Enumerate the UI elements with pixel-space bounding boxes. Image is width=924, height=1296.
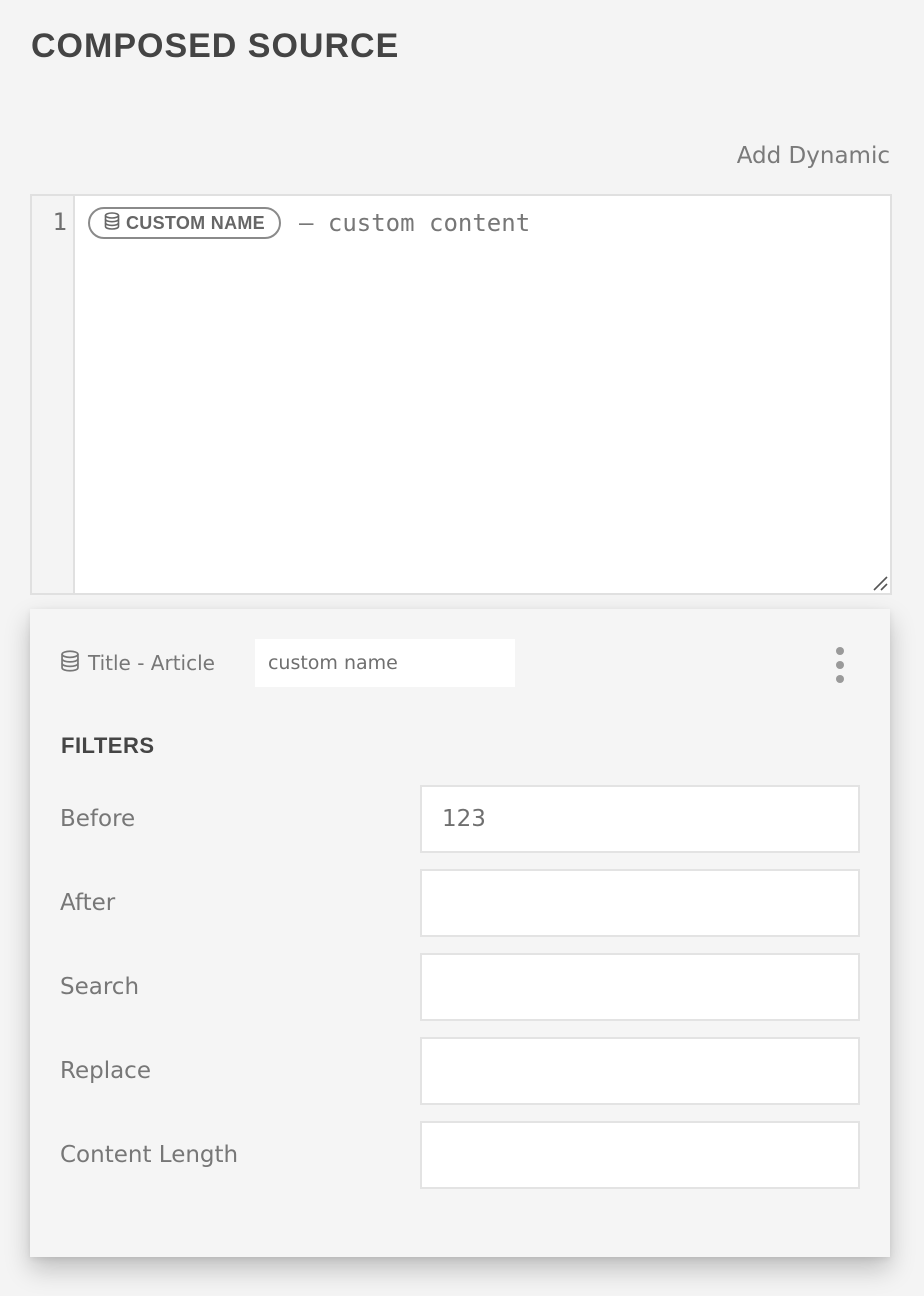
filter-row-search: Search [60,953,860,1021]
custom-name-input[interactable] [254,639,515,687]
panel-header: Title - Article [60,639,515,687]
filter-row-content-length: Content Length [60,1121,860,1189]
database-icon [104,211,120,235]
dynamic-settings-panel: Title - Article FILTERS Before After Sea… [30,609,890,1257]
line-number-gutter: 1 [32,196,75,593]
source-name: Title - Article [88,651,215,675]
kebab-dot [836,675,844,683]
page-title: COMPOSED SOURCE [31,27,400,65]
code-editor[interactable]: 1 CUSTOM NAME – custom content [30,194,892,595]
resize-handle[interactable] [872,575,888,591]
source-label: Title - Article [60,649,215,677]
filter-label: Replace [60,1058,151,1084]
filter-row-replace: Replace [60,1037,860,1105]
replace-input[interactable] [420,1037,860,1105]
add-dynamic-button[interactable]: Add Dynamic [737,143,890,169]
search-input[interactable] [420,953,860,1021]
content-length-input[interactable] [420,1121,860,1189]
filter-label: Content Length [60,1142,239,1168]
line-number: 1 [52,208,67,236]
filters-heading: FILTERS [61,733,155,758]
database-icon [60,649,80,677]
filter-label: Search [60,974,140,1000]
filter-row-after: After [60,869,860,937]
after-input[interactable] [420,869,860,937]
kebab-dot [836,661,844,669]
kebab-dot [836,647,844,655]
filter-label: Before [60,806,136,832]
dynamic-tag-chip[interactable]: CUSTOM NAME [88,207,281,239]
filter-row-before: Before [60,785,860,853]
before-input[interactable] [420,785,860,853]
kebab-menu-icon[interactable] [830,645,850,685]
code-text: – custom content [298,209,531,237]
composed-source-page: COMPOSED SOURCE Add Dynamic 1 CUSTOM NAM… [0,0,924,1296]
code-line[interactable]: CUSTOM NAME – custom content [88,206,530,240]
filter-label: After [60,890,116,916]
dynamic-tag-label: CUSTOM NAME [126,212,265,233]
